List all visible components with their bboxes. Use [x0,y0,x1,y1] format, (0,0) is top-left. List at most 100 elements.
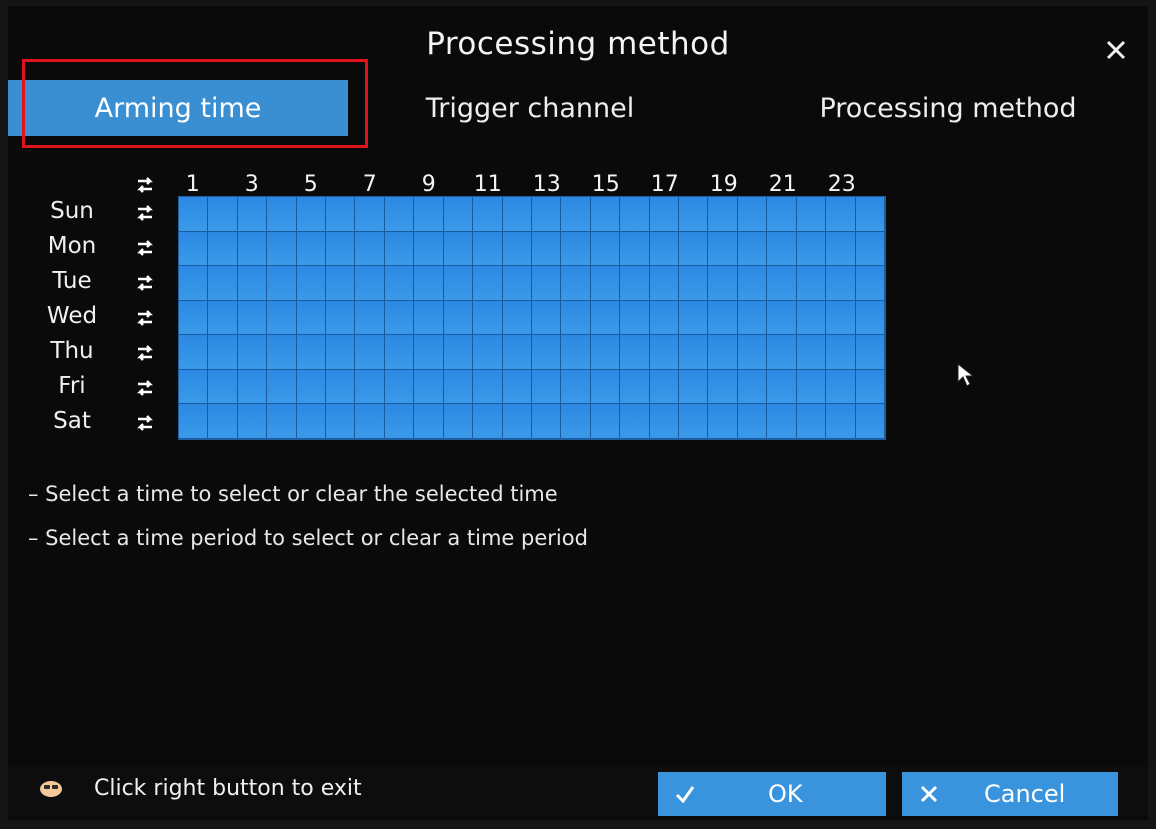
schedule-cell[interactable] [296,369,327,405]
schedule-cell[interactable] [855,369,885,405]
select-all-toggle[interactable] [134,174,156,196]
schedule-cell[interactable] [473,335,503,370]
schedule-cell[interactable] [326,266,356,301]
schedule-cell[interactable] [502,266,532,301]
schedule-cell[interactable] [531,335,562,370]
schedule-cell[interactable] [561,369,591,405]
close-button[interactable] [1100,34,1132,66]
schedule-cell[interactable] [737,197,768,232]
schedule-cell[interactable] [561,404,591,439]
schedule-cell[interactable] [208,231,238,267]
schedule-cell[interactable] [796,197,827,232]
schedule-cell[interactable] [531,300,562,336]
schedule-cell[interactable] [679,300,709,336]
schedule-cell[interactable] [267,231,297,267]
schedule-cell[interactable] [414,231,444,267]
schedule-cell[interactable] [296,197,327,232]
schedule-cell[interactable] [737,300,768,336]
schedule-cell[interactable] [737,369,768,405]
schedule-cell[interactable] [767,231,797,267]
schedule-cell[interactable] [384,335,415,370]
schedule-cell[interactable] [708,231,738,267]
schedule-cell[interactable] [561,231,591,267]
schedule-cell[interactable] [708,335,738,370]
schedule-cell[interactable] [208,197,238,232]
schedule-cell[interactable] [590,335,621,370]
schedule-cell[interactable] [473,266,503,301]
schedule-cell[interactable] [179,197,209,232]
schedule-cell[interactable] [649,300,680,336]
schedule-cell[interactable] [855,231,885,267]
schedule-cell[interactable] [296,231,327,267]
schedule-cell[interactable] [620,197,650,232]
schedule-cell[interactable] [561,335,591,370]
schedule-cell[interactable] [796,335,827,370]
schedule-cell[interactable] [237,404,268,439]
schedule-cell[interactable] [649,335,680,370]
schedule-cell[interactable] [590,300,621,336]
schedule-cell[interactable] [443,197,474,232]
schedule-cell[interactable] [708,369,738,405]
schedule-cell[interactable] [414,369,444,405]
day-toggle-sat[interactable] [134,412,156,434]
schedule-cell[interactable] [237,369,268,405]
tab-trigger-channel[interactable]: Trigger channel [380,80,680,136]
schedule-cell[interactable] [326,231,356,267]
schedule-cell[interactable] [384,300,415,336]
schedule-cell[interactable] [267,300,297,336]
schedule-cell[interactable] [708,266,738,301]
schedule-cell[interactable] [473,300,503,336]
schedule-cell[interactable] [590,369,621,405]
schedule-cell[interactable] [679,197,709,232]
schedule-cell[interactable] [384,404,415,439]
schedule-cell[interactable] [531,369,562,405]
schedule-cell[interactable] [737,335,768,370]
schedule-cell[interactable] [531,404,562,439]
schedule-cell[interactable] [767,300,797,336]
schedule-cell[interactable] [296,335,327,370]
schedule-cell[interactable] [649,266,680,301]
schedule-cell[interactable] [855,266,885,301]
schedule-cell[interactable] [590,266,621,301]
schedule-cell[interactable] [267,404,297,439]
schedule-cell[interactable] [561,197,591,232]
day-toggle-tue[interactable] [134,272,156,294]
schedule-cell[interactable] [473,404,503,439]
schedule-cell[interactable] [767,266,797,301]
schedule-cell[interactable] [267,266,297,301]
schedule-cell[interactable] [649,369,680,405]
schedule-cell[interactable] [620,335,650,370]
schedule-cell[interactable] [620,231,650,267]
schedule-cell[interactable] [443,404,474,439]
schedule-cell[interactable] [767,369,797,405]
schedule-cell[interactable] [826,231,856,267]
schedule-cell[interactable] [561,266,591,301]
schedule-cell[interactable] [355,335,385,370]
schedule-cell[interactable] [737,404,768,439]
schedule-cell[interactable] [502,335,532,370]
schedule-cell[interactable] [679,369,709,405]
schedule-cell[interactable] [826,369,856,405]
schedule-cell[interactable] [414,300,444,336]
tab-arming-time[interactable]: Arming time [8,80,348,136]
schedule-cell[interactable] [355,300,385,336]
schedule-cell[interactable] [620,266,650,301]
schedule-cell[interactable] [531,231,562,267]
schedule-cell[interactable] [296,266,327,301]
schedule-cell[interactable] [679,404,709,439]
schedule-cell[interactable] [620,300,650,336]
schedule-cell[interactable] [267,369,297,405]
schedule-cell[interactable] [796,369,827,405]
schedule-cell[interactable] [414,197,444,232]
schedule-cell[interactable] [355,197,385,232]
schedule-cell[interactable] [531,266,562,301]
schedule-cell[interactable] [208,404,238,439]
schedule-cell[interactable] [384,231,415,267]
schedule-cell[interactable] [531,197,562,232]
schedule-cell[interactable] [620,369,650,405]
schedule-cell[interactable] [208,266,238,301]
schedule-cell[interactable] [414,266,444,301]
schedule-cell[interactable] [237,231,268,267]
schedule-cell[interactable] [384,369,415,405]
schedule-cell[interactable] [473,369,503,405]
